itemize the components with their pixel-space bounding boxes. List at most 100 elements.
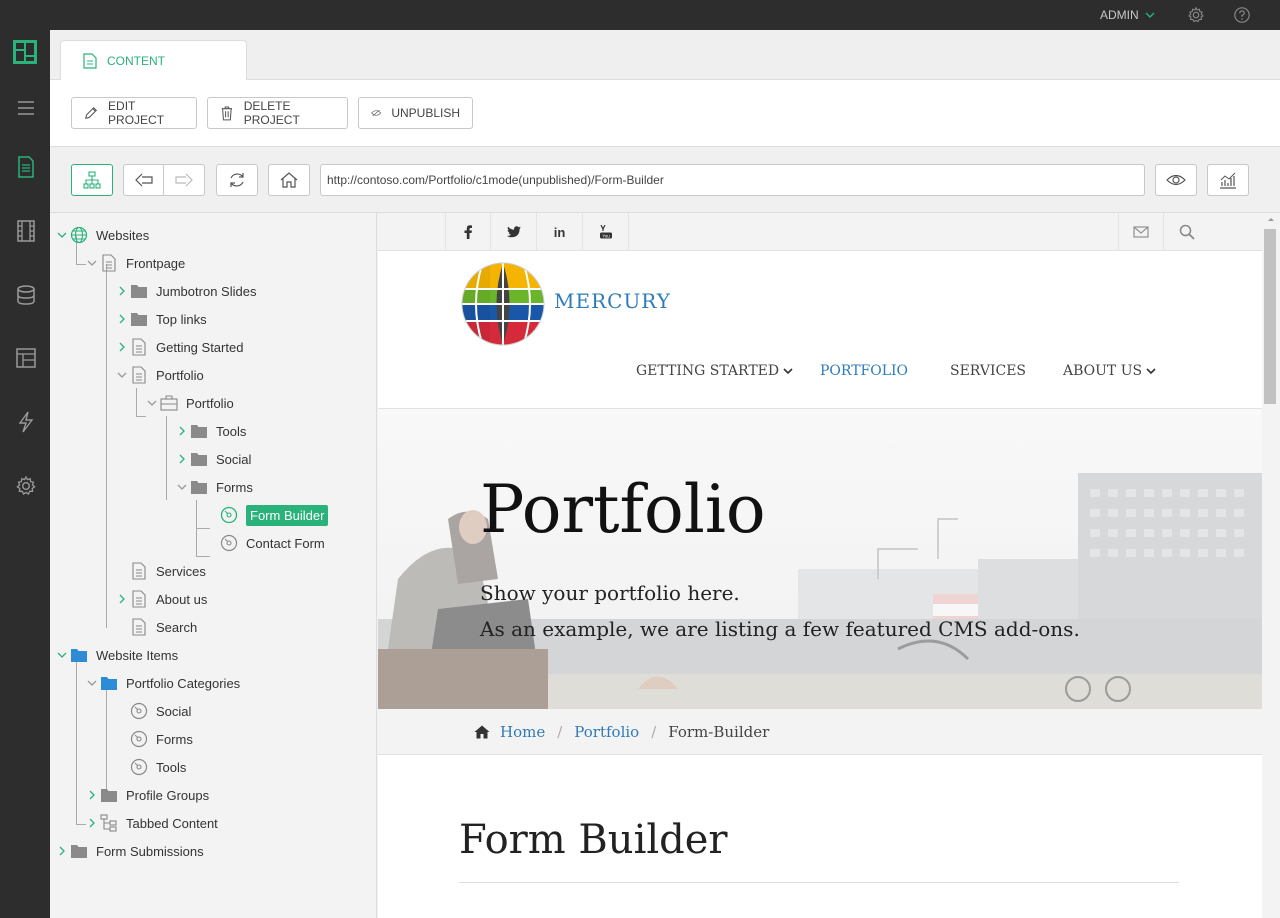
chevron-down-icon (177, 484, 187, 490)
hero-banner: Portfolio Show your portfolio here. As a… (378, 409, 1262, 709)
nav-about-us[interactable]: ABOUT US (1063, 363, 1156, 379)
tree-node-top-links[interactable]: Top links (116, 307, 207, 331)
facebook-button[interactable] (445, 213, 491, 251)
nav-portfolio[interactable]: PORTFOLIO (820, 363, 908, 379)
folder-icon (131, 313, 147, 326)
logo-icon[interactable] (13, 40, 37, 64)
tab-content[interactable]: CONTENT (60, 40, 247, 81)
tree-node-portfolio-categories[interactable]: Portfolio Categories (86, 671, 240, 695)
chevron-down-icon (147, 400, 157, 406)
email-button[interactable] (1118, 213, 1164, 251)
tree-label: Getting Started (156, 339, 244, 355)
gear-icon[interactable] (1187, 6, 1205, 24)
svg-text:You: You (602, 234, 610, 239)
tree-label: Websites (96, 227, 150, 243)
tree-label: Form Builder (246, 504, 329, 526)
preview-button[interactable] (1155, 164, 1197, 196)
tree-node-tabbed-content[interactable]: Tabbed Content (86, 811, 218, 835)
tree-node-forms[interactable]: Forms (176, 475, 253, 499)
nav-label: PORTFOLIO (820, 363, 909, 379)
tree-node-tools[interactable]: Tools (176, 419, 246, 443)
chevron-right-icon (89, 818, 95, 828)
tree-node-social[interactable]: Social (176, 447, 251, 471)
nav-getting-started[interactable]: GETTING STARTED (636, 363, 793, 379)
back-button[interactable] (123, 164, 164, 196)
tree-node-category-forms[interactable]: Forms (130, 727, 193, 751)
media-icon[interactable] (15, 220, 37, 242)
preview-scrollbar[interactable] (1262, 213, 1280, 918)
tree-node-portfolio-app[interactable]: Portfolio (146, 391, 234, 415)
functions-icon[interactable] (15, 411, 37, 433)
site-search-button[interactable] (1164, 213, 1210, 251)
arrow-left-icon (134, 173, 153, 187)
mercury-logo-icon[interactable] (460, 261, 546, 347)
data-icon[interactable] (15, 284, 37, 306)
breadcrumb-home-link[interactable]: Home (500, 723, 545, 741)
tree-node-search[interactable]: Search (130, 615, 197, 639)
breadcrumb: Home / Portfolio / Form-Builder (378, 709, 1262, 755)
tree-node-websites[interactable]: Websites (56, 223, 149, 247)
breadcrumb-portfolio-link[interactable]: Portfolio (574, 723, 639, 741)
hero-title: Portfolio (480, 471, 766, 548)
content-icon[interactable] (15, 156, 37, 178)
twitter-button[interactable] (491, 213, 537, 251)
tree-node-contact-form[interactable]: Contact Form (220, 531, 325, 555)
twitter-icon (506, 226, 521, 238)
linkedin-icon: in (553, 224, 566, 240)
address-bar (50, 147, 1280, 213)
url-input[interactable] (320, 164, 1145, 196)
chevron-down-icon (783, 368, 793, 375)
tree-label: Tools (156, 759, 187, 775)
brand-name[interactable]: MERCURY (554, 289, 671, 313)
tree-node-getting-started[interactable]: Getting Started (116, 335, 243, 359)
tree-node-website-items[interactable]: Website Items (56, 643, 178, 667)
tree-node-portfolio-page[interactable]: Portfolio (116, 363, 204, 387)
tree-node-services[interactable]: Services (130, 559, 206, 583)
linkedin-button[interactable]: in (537, 213, 583, 251)
edit-project-button[interactable]: EDIT PROJECT (71, 97, 197, 129)
layout-icon[interactable] (15, 347, 37, 369)
disc-icon (130, 758, 148, 776)
refresh-button[interactable] (216, 164, 258, 196)
tree-label: Top links (156, 311, 207, 327)
folder-icon (191, 481, 207, 494)
tree-node-jumbotron-slides[interactable]: Jumbotron Slides (116, 279, 256, 303)
home-icon (280, 172, 298, 188)
tree-line (196, 528, 210, 529)
tree-label: Forms (216, 479, 253, 495)
home-button[interactable] (268, 164, 310, 196)
tree-node-about-us[interactable]: About us (116, 587, 207, 611)
youtube-button[interactable]: You (583, 213, 629, 251)
chevron-right-icon (89, 790, 95, 800)
youtube-icon: You (599, 225, 612, 239)
nav-label: ABOUT US (1063, 363, 1143, 379)
scrollbar-thumb[interactable] (1264, 229, 1276, 404)
envelope-icon (1133, 226, 1149, 238)
briefcase-icon (160, 395, 178, 411)
tree-node-frontpage[interactable]: Frontpage (86, 251, 185, 275)
analytics-button[interactable] (1207, 164, 1249, 196)
scroll-up-icon[interactable] (1262, 213, 1280, 225)
nav-services[interactable]: SERVICES (950, 363, 1026, 379)
tree-node-category-tools[interactable]: Tools (130, 755, 186, 779)
help-icon[interactable] (1233, 6, 1251, 24)
pencil-icon (85, 106, 98, 119)
hamburger-icon[interactable] (15, 97, 37, 119)
chevron-right-icon (119, 594, 125, 604)
tree-line (76, 656, 77, 824)
tree-label: Website Items (96, 647, 179, 663)
forward-button[interactable] (164, 164, 205, 196)
chevron-right-icon (179, 454, 185, 464)
chevron-right-icon (119, 314, 125, 324)
delete-project-button[interactable]: DELETE PROJECT (207, 97, 348, 129)
tree-node-category-social[interactable]: Social (130, 699, 191, 723)
page-title: Form Builder (459, 817, 728, 863)
sitemap-button[interactable] (71, 164, 113, 196)
tree-node-profile-groups[interactable]: Profile Groups (86, 783, 209, 807)
unpublish-button[interactable]: UNPUBLISH (358, 97, 473, 129)
settings-icon[interactable] (15, 475, 37, 497)
user-menu[interactable]: ADMIN (1100, 8, 1155, 22)
breadcrumb-separator: / (557, 722, 563, 741)
tree-node-form-builder[interactable]: Form Builder (220, 503, 329, 527)
tree-node-form-submissions[interactable]: Form Submissions (56, 839, 204, 863)
